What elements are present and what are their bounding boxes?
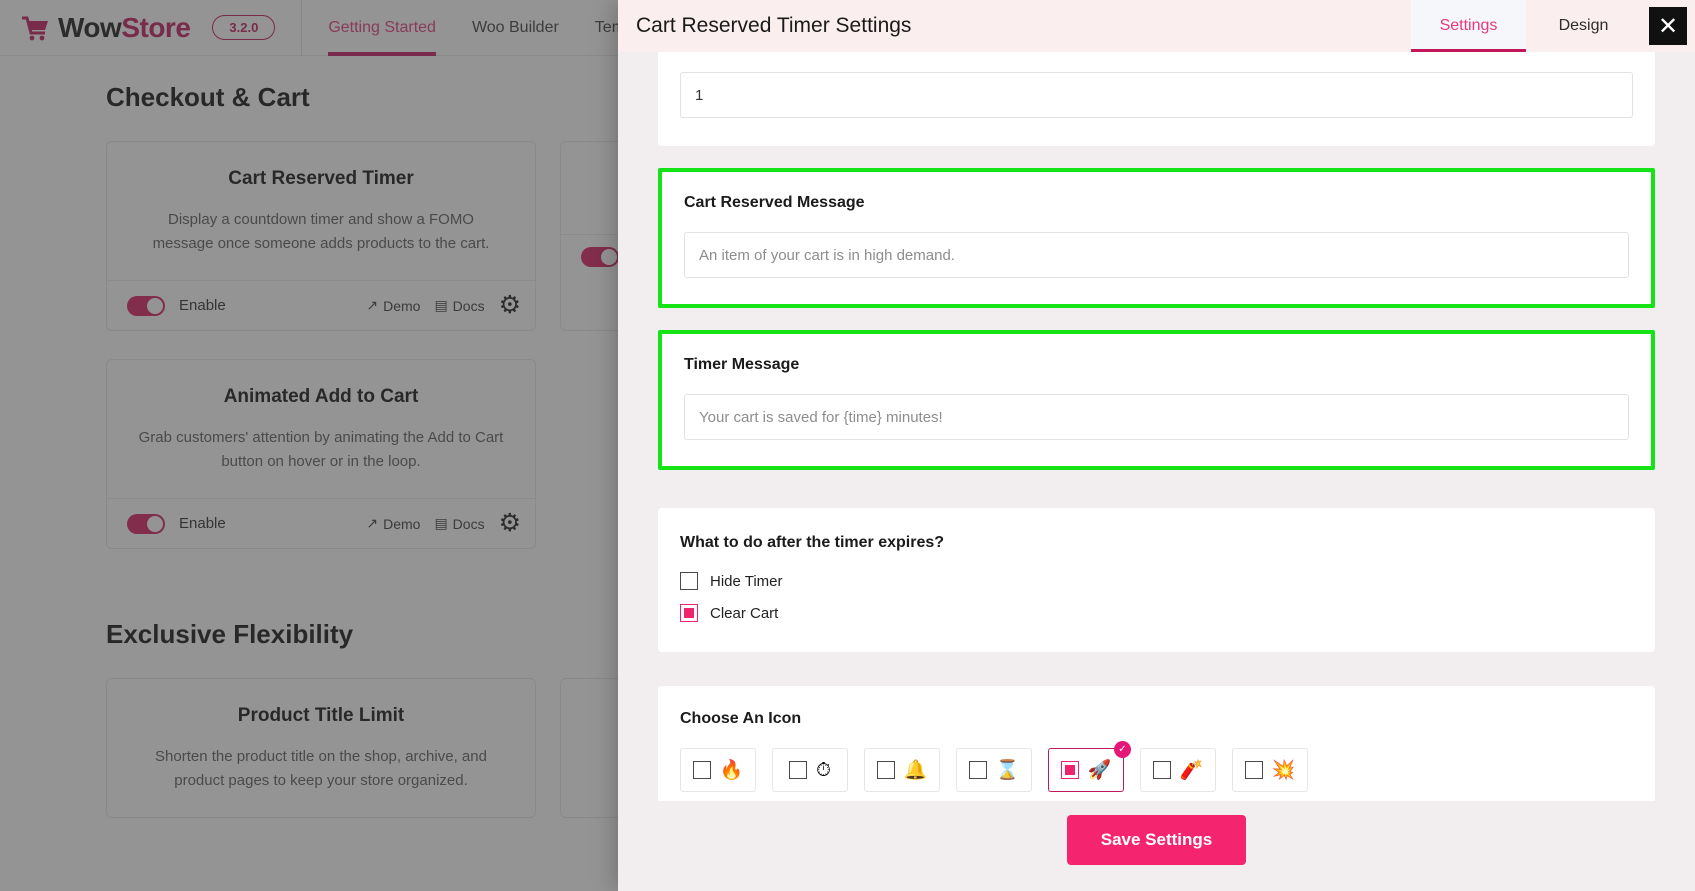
panel-timer-expire-options: What to do after the timer expires? Hide… bbox=[658, 508, 1655, 652]
hide-timer-checkbox[interactable] bbox=[680, 572, 698, 590]
bell-checkbox[interactable] bbox=[876, 761, 895, 779]
icon-option-stopwatch[interactable]: ⏱ bbox=[772, 748, 848, 792]
selected-check-badge: ✓ bbox=[1114, 741, 1131, 758]
modal-title: Cart Reserved Timer Settings bbox=[636, 14, 912, 37]
stopwatch-icon: ⏱ bbox=[816, 759, 831, 781]
cart-reserved-message-label: Cart Reserved Message bbox=[684, 194, 865, 211]
icon-option-rocket[interactable]: 🚀 ✓ bbox=[1048, 741, 1131, 792]
icon-option-flame[interactable]: 🔥 bbox=[680, 748, 756, 792]
hide-timer-label: Hide Timer bbox=[710, 572, 783, 590]
stopwatch-checkbox[interactable] bbox=[789, 761, 808, 779]
bell-icon: 🔔 bbox=[903, 759, 928, 781]
partial-number-input[interactable]: 1 bbox=[680, 72, 1633, 118]
icon-option-firecracker[interactable]: 🧨 bbox=[1140, 748, 1216, 792]
flame-icon: 🔥 bbox=[719, 759, 744, 781]
panel-partial-top: 1 bbox=[658, 52, 1655, 146]
hourglass-checkbox[interactable] bbox=[968, 761, 987, 779]
clear-cart-checkbox[interactable] bbox=[680, 604, 698, 622]
icon-option-collision[interactable]: 💥 bbox=[1232, 748, 1308, 792]
icon-option-row: 🔥 ⏱ 🔔 ⌛ 🚀 ✓ 🧨 💥 bbox=[680, 741, 1633, 792]
panel-timer-message: Timer Message Your cart is saved for {ti… bbox=[662, 334, 1651, 466]
panel-cart-reserved-message: Cart Reserved Message An item of your ca… bbox=[662, 172, 1651, 304]
firecracker-checkbox[interactable] bbox=[1152, 761, 1171, 779]
firecracker-icon: 🧨 bbox=[1179, 759, 1204, 781]
modal-header: Cart Reserved Timer Settings Settings De… bbox=[618, 0, 1695, 52]
hourglass-icon: ⌛ bbox=[995, 759, 1020, 781]
collision-icon: 💥 bbox=[1271, 759, 1296, 781]
choose-icon-title: Choose An Icon bbox=[680, 710, 802, 727]
collision-checkbox[interactable] bbox=[1244, 761, 1263, 779]
modal-footer: Save Settings bbox=[618, 801, 1695, 891]
expire-group-title: What to do after the timer expires? bbox=[680, 534, 945, 551]
icon-option-bell[interactable]: 🔔 bbox=[864, 748, 940, 792]
panel-choose-icon: Choose An Icon 🔥 ⏱ 🔔 ⌛ 🚀 ✓ 🧨 💥 bbox=[658, 686, 1655, 801]
highlight-cart-reserved-message: Cart Reserved Message An item of your ca… bbox=[658, 168, 1655, 308]
modal-close-wrapper: ✕ bbox=[1641, 0, 1695, 52]
tab-settings[interactable]: Settings bbox=[1411, 0, 1526, 52]
checkbox-row-hide-timer[interactable]: Hide Timer bbox=[680, 572, 1633, 590]
flame-checkbox[interactable] bbox=[692, 761, 711, 779]
rocket-checkbox[interactable] bbox=[1060, 761, 1079, 779]
timer-message-input[interactable]: Your cart is saved for {time} minutes! bbox=[684, 394, 1629, 440]
close-icon[interactable]: ✕ bbox=[1649, 7, 1687, 45]
timer-message-label: Timer Message bbox=[684, 356, 800, 373]
modal-body[interactable]: 1 Cart Reserved Message An item of your … bbox=[618, 52, 1695, 801]
cart-reserved-message-input[interactable]: An item of your cart is in high demand. bbox=[684, 232, 1629, 278]
rocket-icon: 🚀 bbox=[1087, 759, 1112, 781]
highlight-timer-message: Timer Message Your cart is saved for {ti… bbox=[658, 330, 1655, 470]
clear-cart-label: Clear Cart bbox=[710, 604, 779, 622]
save-settings-button[interactable]: Save Settings bbox=[1066, 815, 1247, 865]
settings-modal: Cart Reserved Timer Settings Settings De… bbox=[618, 0, 1695, 891]
tab-design[interactable]: Design bbox=[1526, 0, 1641, 52]
icon-option-hourglass[interactable]: ⌛ bbox=[956, 748, 1032, 792]
checkbox-row-clear-cart[interactable]: Clear Cart bbox=[680, 604, 1633, 622]
